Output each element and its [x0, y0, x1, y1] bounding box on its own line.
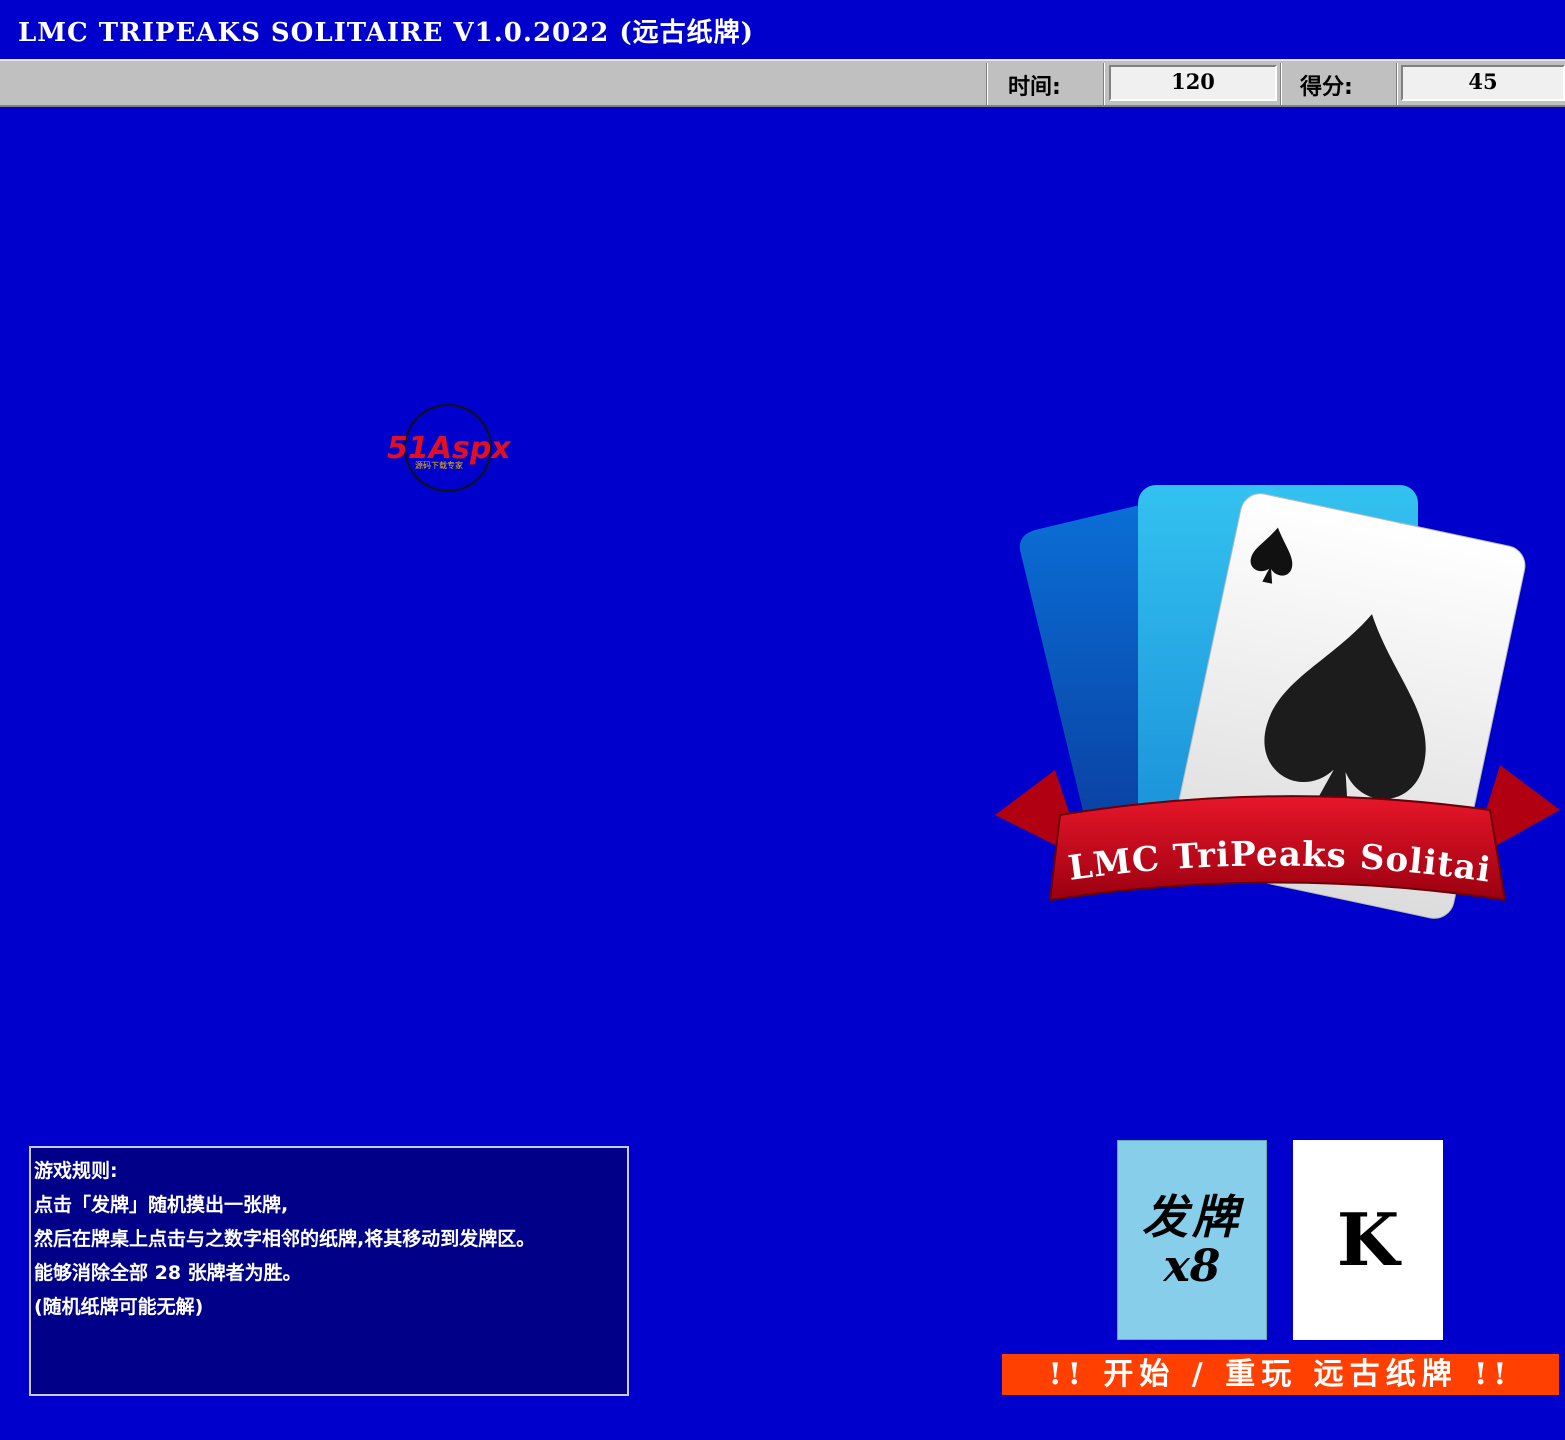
status-bar: 时间: 120 得分: 45: [0, 59, 1565, 107]
rules-line: 然后在牌桌上点击与之数字相邻的纸牌,将其移动到发牌区。: [34, 1228, 536, 1250]
status-separator: [1280, 63, 1282, 105]
current-card: K: [1293, 1140, 1443, 1340]
status-separator: [1103, 63, 1105, 105]
game-logo: LMC TriPeaks Solitaire: [990, 480, 1560, 919]
status-separator: [986, 63, 988, 105]
deal-label: 发牌: [1142, 1190, 1242, 1244]
rules-line: 点击「发牌」随机摸出一张牌,: [34, 1194, 289, 1216]
rules-line: 游戏规则:: [34, 1160, 118, 1182]
rules-line: 能够消除全部 28 张牌者为胜。: [34, 1262, 302, 1284]
time-label: 时间:: [1008, 75, 1061, 100]
deal-button[interactable]: 发牌 x8: [1117, 1140, 1267, 1340]
watermark-logo: 51Aspx 源码下载专家: [387, 404, 512, 492]
rules-line: (随机纸牌可能无解): [34, 1296, 204, 1318]
score-value: 45: [1401, 65, 1565, 101]
window-title: LMC TRIPEAKS SOLITAIRE V1.0.2022 (远古纸牌): [18, 18, 754, 48]
time-value: 120: [1109, 65, 1277, 101]
deal-remaining: x8: [1163, 1241, 1221, 1292]
score-label: 得分:: [1300, 75, 1353, 100]
start-button[interactable]: !! 开始 / 重玩 远古纸牌 !!: [1002, 1354, 1559, 1395]
status-separator: [1396, 63, 1398, 105]
watermark-subtext: 源码下载专家: [415, 460, 463, 470]
rules-panel: 游戏规则: 点击「发牌」随机摸出一张牌, 然后在牌桌上点击与之数字相邻的纸牌,将…: [29, 1146, 629, 1396]
